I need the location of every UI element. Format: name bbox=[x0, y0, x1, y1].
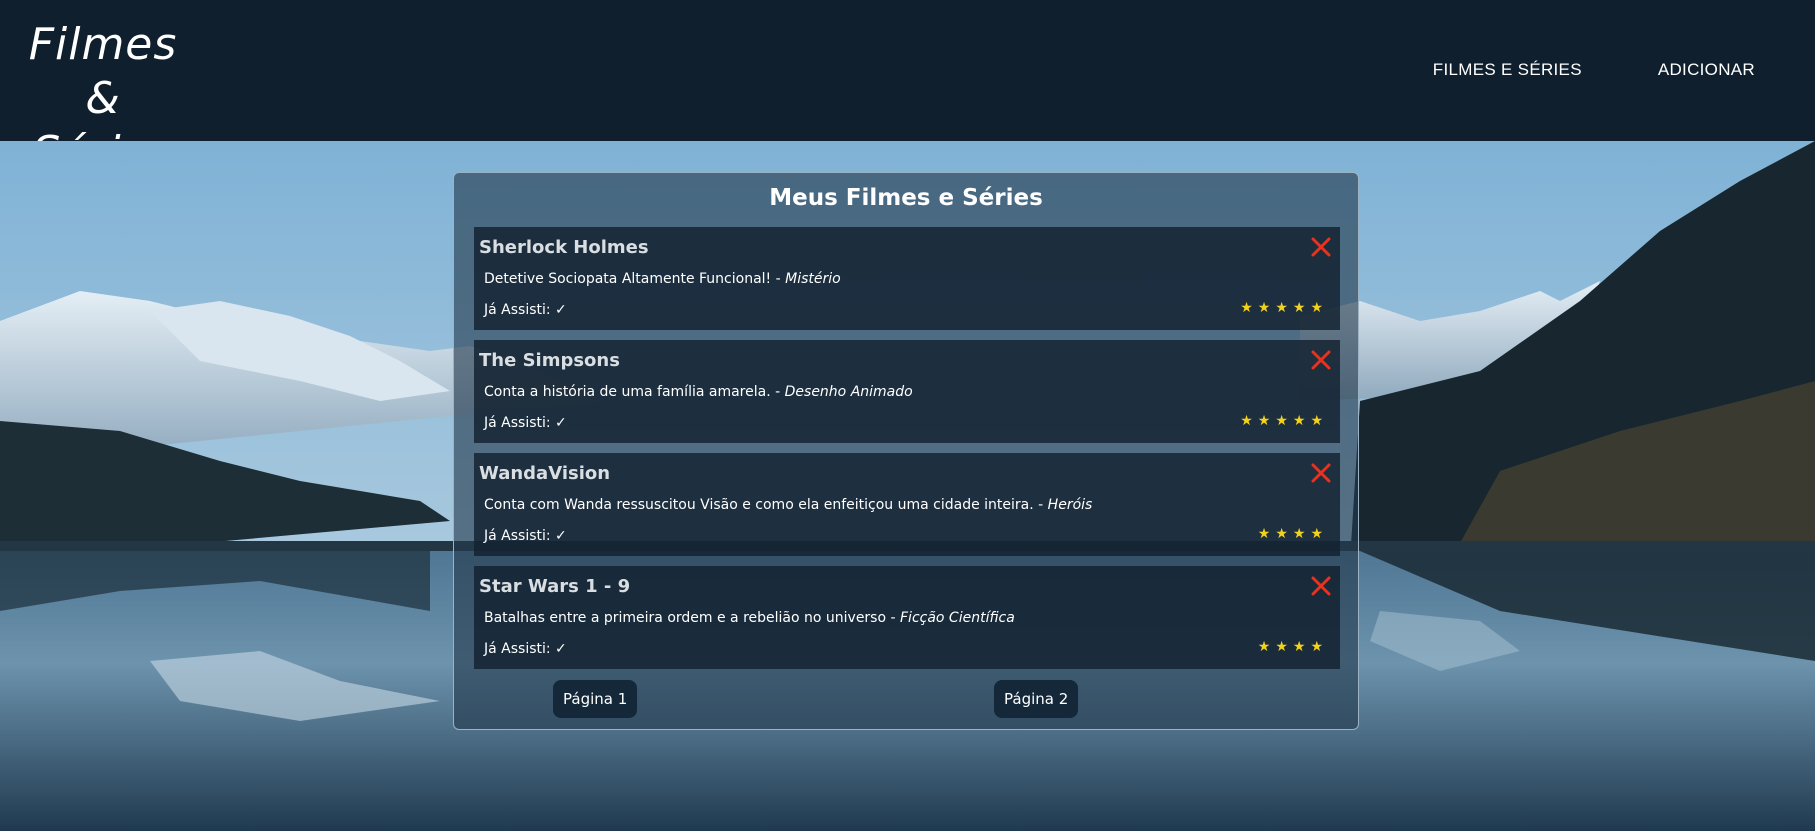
star-rating: ★★★★★ bbox=[1240, 300, 1328, 316]
description-text: Conta com Wanda ressuscitou Visão e como… bbox=[484, 497, 1048, 513]
nav-filmes-series[interactable]: FILMES E SÉRIES bbox=[1433, 60, 1582, 80]
close-icon[interactable] bbox=[1310, 236, 1332, 258]
close-icon[interactable] bbox=[1310, 575, 1332, 597]
movie-description: Batalhas entre a primeira ordem e a rebe… bbox=[484, 610, 1015, 626]
watched-status: Já Assisti: ✓ bbox=[484, 528, 567, 544]
watched-status: Já Assisti: ✓ bbox=[484, 302, 567, 318]
star-rating: ★★★★★ bbox=[1240, 413, 1328, 429]
star-rating: ★★★★ bbox=[1257, 526, 1328, 542]
movie-genre: Mistério bbox=[785, 271, 841, 287]
watched-status: Já Assisti: ✓ bbox=[484, 641, 567, 657]
movie-title: WandaVision bbox=[479, 463, 611, 484]
main-nav: FILMES E SÉRIES ADICIONAR bbox=[1433, 60, 1755, 80]
movie-description: Detetive Sociopata Altamente Funcional! … bbox=[484, 271, 841, 287]
movie-genre: Heróis bbox=[1047, 497, 1093, 513]
movie-genre: Desenho Animado bbox=[784, 384, 913, 400]
movie-title: Star Wars 1 - 9 bbox=[479, 576, 631, 597]
movie-card: Sherlock Holmes Detetive Sociopata Altam… bbox=[474, 227, 1340, 330]
movie-genre: Ficção Científica bbox=[900, 610, 1015, 626]
description-text: Conta a história de uma família amarela.… bbox=[484, 384, 785, 400]
movie-description: Conta a história de uma família amarela.… bbox=[484, 384, 913, 400]
logo-line-1: Filmes & bbox=[28, 19, 178, 124]
page-2-button[interactable]: Página 2 bbox=[994, 680, 1079, 718]
movie-description: Conta com Wanda ressuscitou Visão e como… bbox=[484, 497, 1092, 513]
close-icon[interactable] bbox=[1310, 349, 1332, 371]
star-rating: ★★★★ bbox=[1257, 639, 1328, 655]
movies-panel: Meus Filmes e Séries Sherlock Holmes Det… bbox=[453, 172, 1359, 730]
movie-card: WandaVision Conta com Wanda ressuscitou … bbox=[474, 453, 1340, 556]
description-text: Detetive Sociopata Altamente Funcional! … bbox=[484, 271, 786, 287]
page-1-button[interactable]: Página 1 bbox=[553, 680, 638, 718]
movie-title: Sherlock Holmes bbox=[479, 237, 649, 258]
movie-card: The Simpsons Conta a história de uma fam… bbox=[474, 340, 1340, 443]
watched-status: Já Assisti: ✓ bbox=[484, 415, 567, 431]
description-text: Batalhas entre a primeira ordem e a rebe… bbox=[484, 610, 900, 626]
top-header: Filmes & Séries FILMES E SÉRIES ADICIONA… bbox=[0, 0, 1815, 178]
panel-title: Meus Filmes e Séries bbox=[769, 185, 1043, 211]
close-icon[interactable] bbox=[1310, 462, 1332, 484]
nav-adicionar[interactable]: ADICIONAR bbox=[1658, 60, 1755, 80]
movie-title: The Simpsons bbox=[479, 350, 620, 371]
movie-card: Star Wars 1 - 9 Batalhas entre a primeir… bbox=[474, 566, 1340, 669]
